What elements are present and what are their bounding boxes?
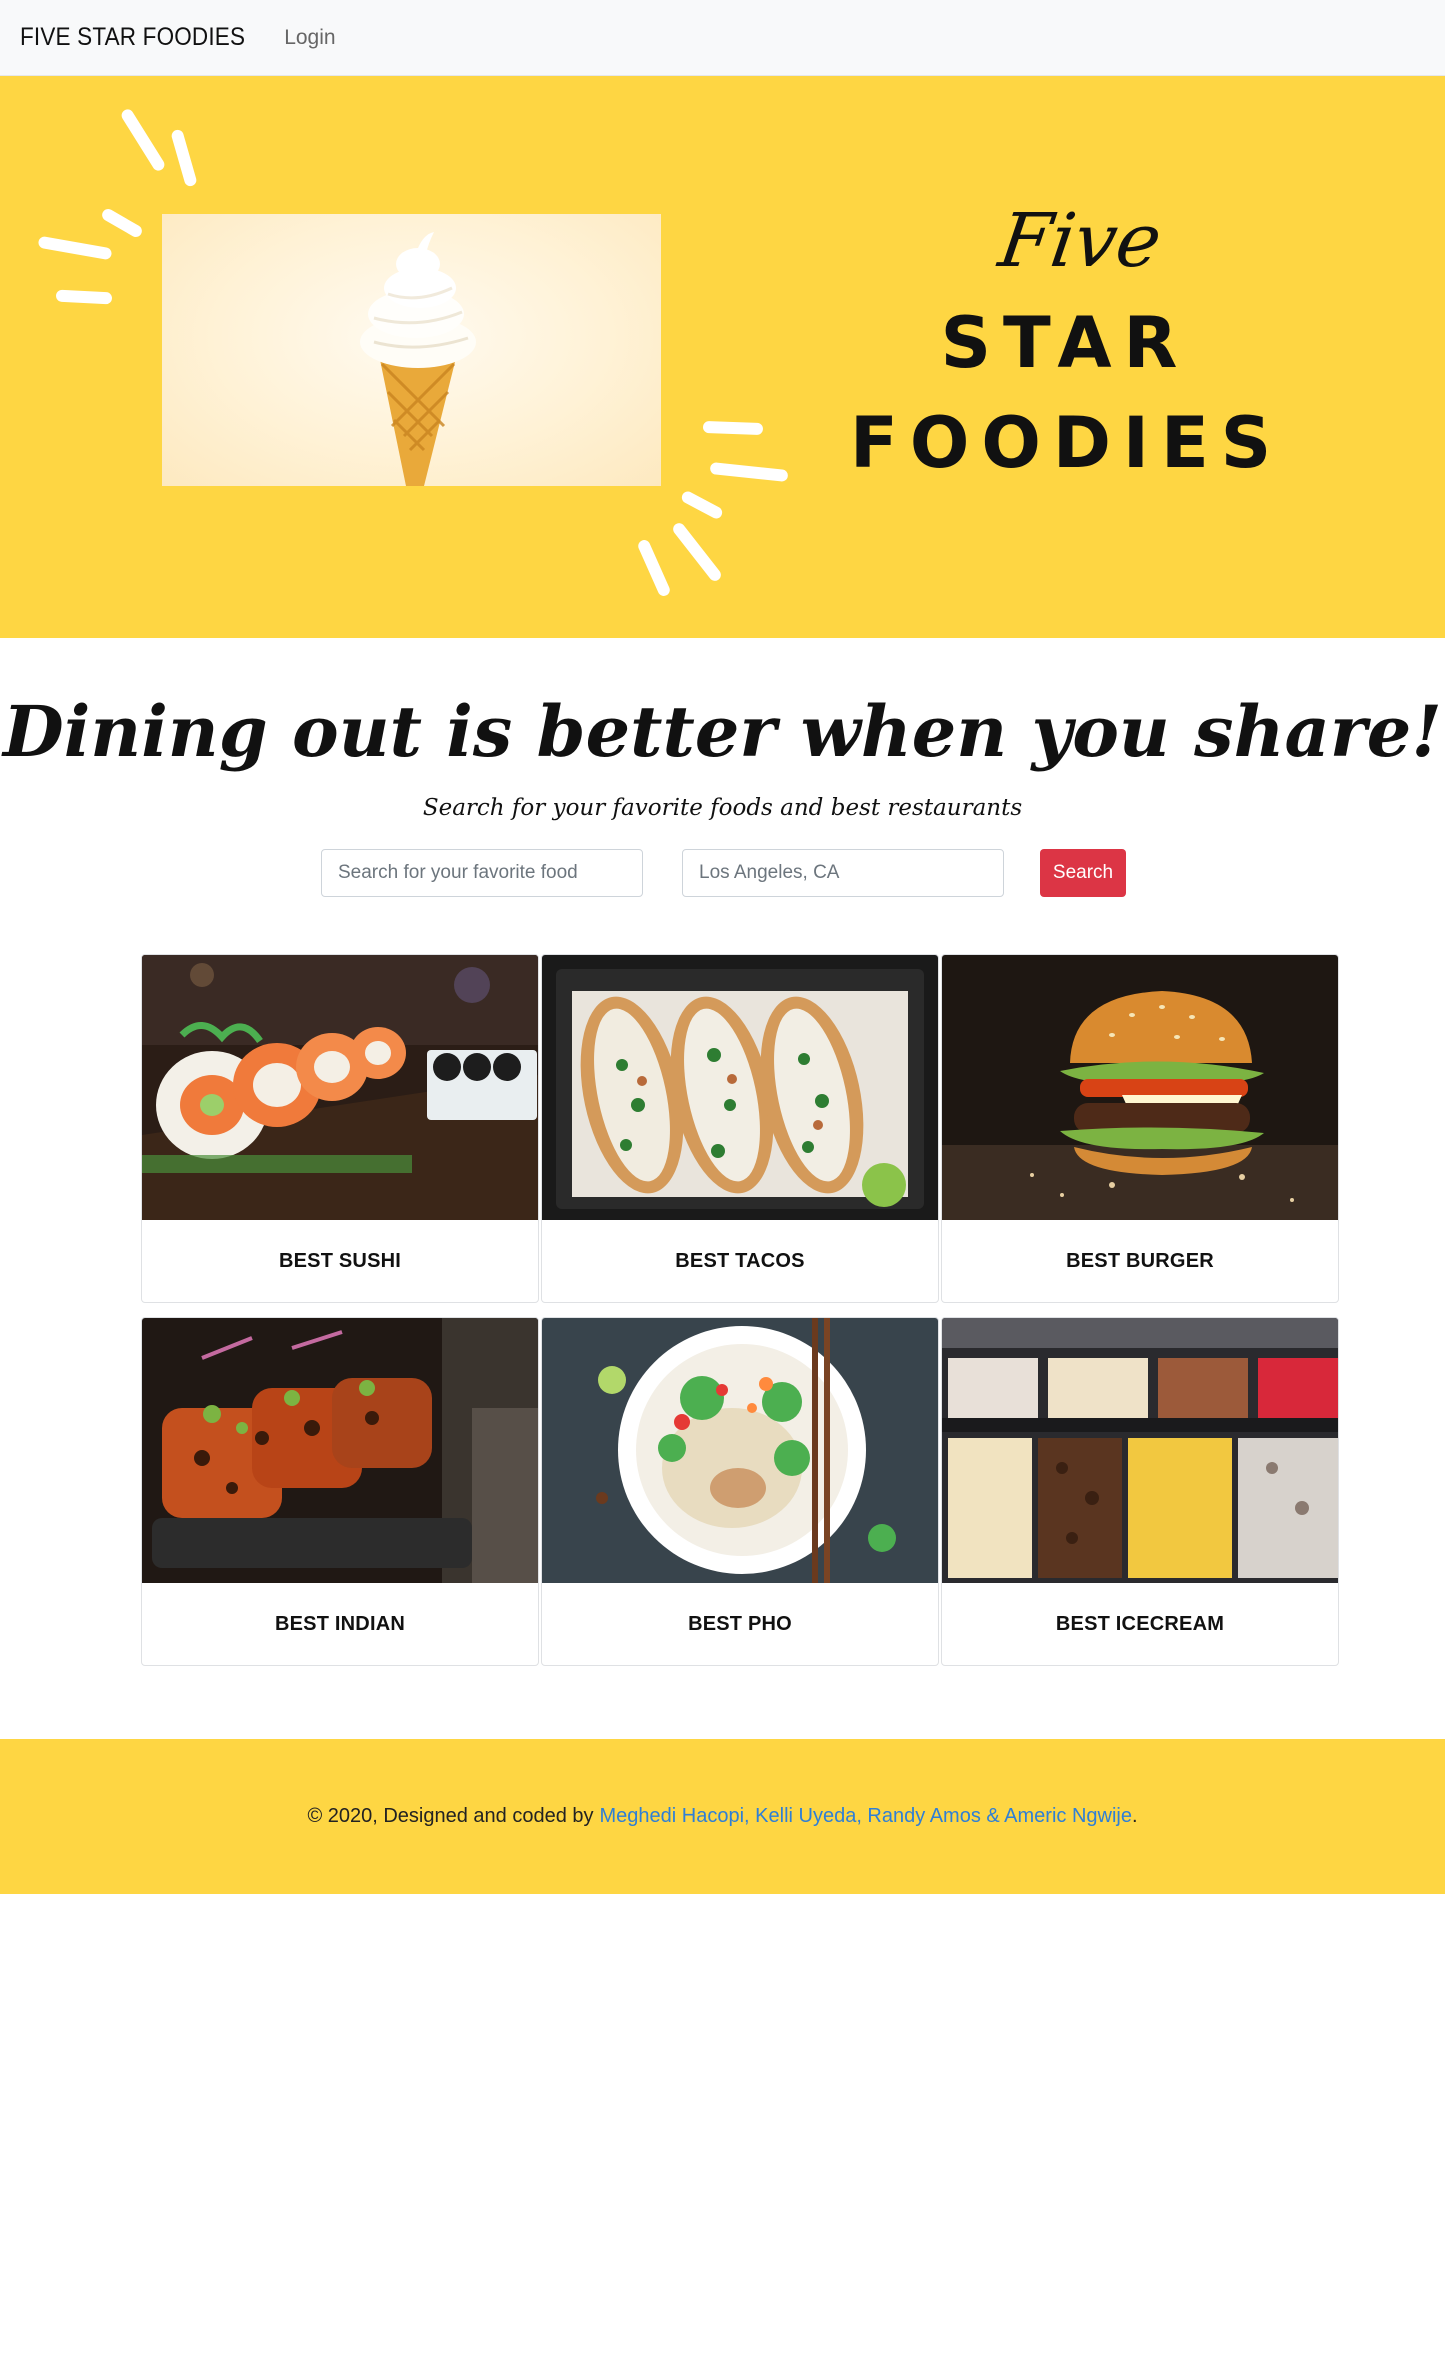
card-label: BEST TACOS xyxy=(675,1249,805,1272)
icecream-photo xyxy=(942,1318,1338,1583)
pho-photo xyxy=(542,1318,938,1583)
logo-star: STAR xyxy=(940,302,1190,384)
card-label: BEST SUSHI xyxy=(278,1249,402,1272)
footer-period: . xyxy=(1131,1805,1138,1827)
accent-stroke xyxy=(702,420,764,436)
login-link[interactable]: Login xyxy=(284,26,335,50)
accent-stroke xyxy=(670,520,724,584)
accent-stroke xyxy=(636,538,672,598)
brand-link[interactable]: FIVE STAR FOODIES xyxy=(20,23,245,52)
indian-photo xyxy=(142,1318,538,1583)
page-subtitle: Search for your favorite foods and best … xyxy=(422,795,1023,821)
accent-stroke xyxy=(99,206,145,240)
sushi-photo xyxy=(142,955,538,1220)
burger-photo xyxy=(942,955,1338,1220)
accent-stroke xyxy=(170,128,198,188)
card-label: BEST ICECREAM xyxy=(1055,1612,1225,1635)
category-card-icecream[interactable]: BEST ICECREAM xyxy=(941,1317,1339,1666)
accent-stroke xyxy=(37,235,113,261)
accent-stroke xyxy=(55,289,113,305)
category-card-tacos[interactable]: BEST TACOS xyxy=(541,954,939,1303)
logo-foodies: FOODIES xyxy=(850,402,1284,484)
authors-link[interactable]: Meghedi Hacopi, Kelli Uyeda, Randy Amos … xyxy=(600,1805,1132,1828)
accent-stroke xyxy=(709,461,789,483)
logo-five: Five xyxy=(993,198,1167,284)
category-card-sushi[interactable]: BEST SUSHI xyxy=(141,954,539,1303)
accent-stroke xyxy=(119,107,167,173)
ice-cream-photo xyxy=(162,214,661,486)
footer: © 2020, Designed and coded by Meghedi Ha… xyxy=(0,1739,1445,1894)
card-label: BEST PHO xyxy=(688,1612,792,1635)
food-search-input[interactable] xyxy=(321,849,643,897)
hero-banner: Five STAR FOODIES xyxy=(0,76,1445,638)
category-card-burger[interactable]: BEST BURGER xyxy=(941,954,1339,1303)
search-button[interactable]: Search xyxy=(1040,849,1126,897)
footer-credit-text: © 2020, Designed and coded by xyxy=(307,1805,594,1827)
accent-stroke xyxy=(679,489,725,521)
category-card-pho[interactable]: BEST PHO xyxy=(541,1317,939,1666)
location-input[interactable] xyxy=(682,849,1004,897)
card-label: BEST BURGER xyxy=(1066,1249,1214,1272)
navbar: FIVE STAR FOODIES Login xyxy=(0,0,1445,76)
category-card-indian[interactable]: BEST INDIAN xyxy=(141,1317,539,1666)
tacos-photo xyxy=(542,955,938,1220)
card-label: BEST INDIAN xyxy=(275,1612,405,1635)
page-tagline: Dining out is better when you share! xyxy=(3,690,1442,773)
search-bar: Search xyxy=(0,849,1445,897)
